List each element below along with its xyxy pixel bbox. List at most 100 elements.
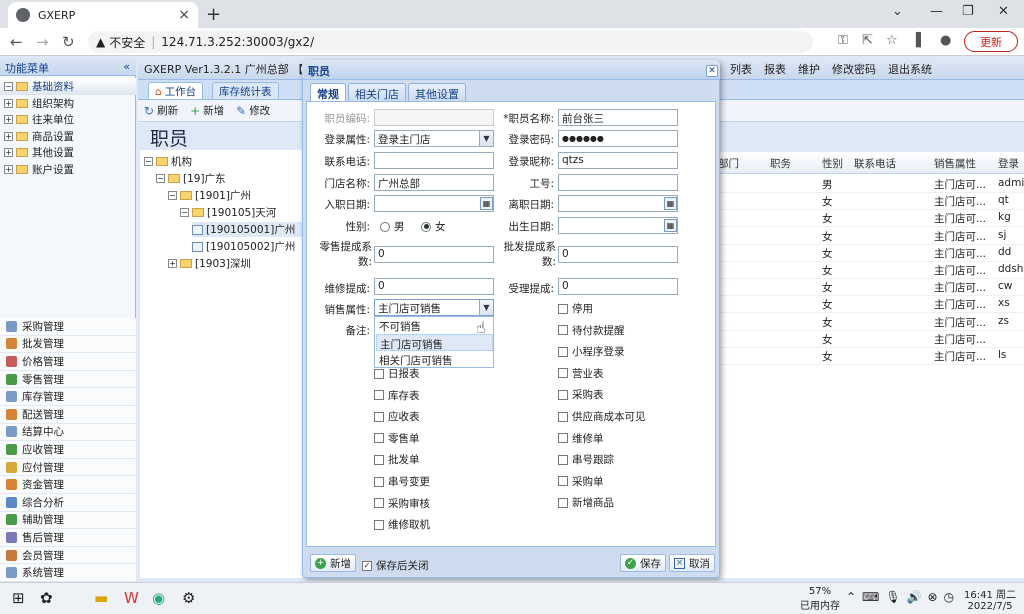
checkbox-item[interactable]: 采购表 — [558, 387, 604, 402]
join-date-field[interactable] — [374, 195, 494, 212]
module-item[interactable]: 价格管理 — [0, 353, 136, 371]
checkbox-item[interactable]: 新增商品 — [558, 495, 614, 510]
retail-field[interactable]: 0 — [374, 246, 494, 263]
expand-icon[interactable]: − — [156, 174, 165, 183]
checkbox-item[interactable]: 维修取机 — [374, 517, 430, 532]
table-row[interactable] — [718, 364, 1024, 365]
module-item[interactable]: 应付管理 — [0, 458, 136, 477]
grid-header-cell[interactable]: 性别 — [822, 156, 843, 171]
close-window-button[interactable]: ✕ — [998, 4, 1009, 19]
add-button[interactable]: + 新增 — [310, 554, 356, 572]
windows-icon[interactable]: ⊞ — [12, 589, 25, 607]
menu-item[interactable]: 维护 — [798, 61, 820, 77]
module-item[interactable]: 结算中心 — [0, 423, 136, 442]
module-item[interactable]: 库存管理 — [0, 388, 136, 406]
grid-header-cell[interactable]: 部门 — [718, 156, 739, 171]
save-close-checkbox[interactable]: ✓ 保存后关闭 — [362, 558, 429, 573]
checkbox-item[interactable]: 库存表 — [374, 388, 420, 403]
expand-icon[interactable]: − — [168, 191, 177, 200]
repair-field[interactable]: 0 — [374, 278, 494, 295]
tab-general[interactable]: 常规 — [310, 83, 346, 101]
sales-attr-select[interactable]: 主门店可销售 ▼ — [374, 299, 494, 316]
table-row[interactable] — [718, 312, 1024, 314]
share-icon[interactable]: ⇱ — [862, 33, 873, 48]
chevron-down-icon[interactable]: ⌄ — [892, 4, 903, 19]
checkbox-item[interactable]: 维修单 — [558, 431, 604, 446]
menu-item[interactable]: 报表 — [764, 61, 786, 77]
sidebar-item[interactable]: + 往来单位 — [0, 111, 136, 128]
expand-icon[interactable]: + — [4, 98, 13, 108]
checkbox-item[interactable]: 待付款提醒 — [558, 323, 625, 338]
table-row[interactable] — [718, 260, 1024, 262]
checkbox-item[interactable]: 采购单 — [558, 474, 604, 489]
sidebar-item[interactable]: + 其他设置 — [0, 144, 136, 161]
star-icon[interactable]: ☆ — [886, 33, 898, 48]
checkbox-item[interactable]: 小程序登录 — [558, 344, 625, 359]
tab-stores[interactable]: 相关门店 — [348, 83, 406, 101]
checkbox-item[interactable]: 营业表 — [558, 366, 604, 381]
module-item[interactable]: 配送管理 — [0, 406, 136, 424]
module-item[interactable]: 辅助管理 — [0, 511, 136, 530]
expand-icon[interactable]: + — [4, 131, 13, 141]
workno-field[interactable] — [558, 174, 678, 191]
cancel-button[interactable]: × 取消 — [669, 554, 715, 572]
table-row[interactable] — [718, 329, 1024, 331]
module-item[interactable]: 售后管理 — [0, 529, 136, 547]
menu-item[interactable]: 列表 — [730, 61, 752, 77]
dialog-close-icon[interactable]: ✕ — [706, 65, 718, 77]
close-tab-icon[interactable]: × — [178, 7, 190, 23]
toolbar-button[interactable]: ✎ 修改 — [236, 103, 270, 118]
module-item[interactable]: 会员管理 — [0, 546, 136, 565]
restore-button[interactable]: ❐ — [962, 4, 974, 19]
expand-icon[interactable]: − — [4, 82, 13, 91]
expand-icon[interactable]: + — [4, 165, 13, 174]
collapse-icon[interactable]: « — [123, 60, 130, 73]
browser-tab[interactable]: GXERP × — [8, 2, 198, 28]
table-row[interactable] — [718, 209, 1024, 211]
grid-header-cell[interactable]: 联系电话 — [854, 156, 896, 171]
name-field[interactable]: 前台张三 — [558, 109, 678, 126]
tree-node[interactable]: − [190105]天河 — [180, 205, 276, 220]
password-field[interactable]: ●●●●●● — [558, 130, 678, 147]
update-button[interactable]: 更新 — [964, 31, 1018, 52]
back-icon[interactable]: ← — [10, 33, 23, 51]
minimize-button[interactable]: — — [930, 4, 943, 19]
checkbox-item[interactable]: 采购审核 — [374, 496, 430, 511]
tray-icons[interactable]: ⌃⌨🎙🔊⊗◷ — [846, 590, 960, 604]
store-field[interactable]: 广州总部 — [374, 174, 494, 191]
login-attr-select[interactable]: 登录主门店 ▼ — [374, 130, 494, 147]
module-item[interactable]: 批发管理 — [0, 335, 136, 354]
table-row[interactable] — [718, 226, 1024, 228]
gender-male-radio[interactable]: 男 — [380, 219, 405, 234]
profile-icon[interactable]: ● — [940, 33, 951, 48]
nickname-field[interactable]: qtzs — [558, 152, 678, 169]
checkbox-item[interactable]: 供应商成本可见 — [558, 409, 646, 424]
module-item[interactable]: 综合分析 — [0, 494, 136, 512]
reload-icon[interactable]: ↻ — [62, 33, 75, 51]
main-tab[interactable]: 库存统计表 — [212, 82, 279, 99]
sidebar-item[interactable]: + 组织架构 — [0, 95, 136, 112]
expand-icon[interactable]: + — [168, 259, 177, 268]
expand-icon[interactable]: − — [180, 208, 189, 217]
table-row[interactable] — [718, 346, 1024, 348]
table-row[interactable] — [718, 278, 1024, 279]
module-item[interactable]: 零售管理 — [0, 370, 136, 389]
checkbox-item[interactable]: 零售单 — [374, 431, 420, 446]
chrome-icon[interactable]: ◉ — [152, 589, 165, 607]
checkbox-item[interactable]: 串号变更 — [374, 474, 430, 489]
clock[interactable]: 16:41 周二 2022/7/5 — [964, 586, 1016, 612]
new-tab-button[interactable]: + — [206, 4, 221, 25]
checkbox-item[interactable]: 停用 — [558, 301, 593, 316]
grid-header-cell[interactable]: 销售属性 — [934, 156, 976, 171]
code-field[interactable] — [374, 109, 494, 126]
settings-icon[interactable]: ⚙ — [182, 589, 195, 607]
sidebar-item[interactable]: + 账户设置 — [0, 161, 136, 178]
calendar-icon[interactable]: ▦ — [664, 219, 677, 232]
url-input[interactable]: ▲ 不安全 | 124.71.3.252:30003/gx2/ — [88, 31, 813, 53]
grid-header-cell[interactable]: 职务 — [770, 156, 791, 171]
table-row[interactable] — [718, 243, 1024, 245]
dropdown-option[interactable]: 相关门店可销售 — [376, 351, 493, 368]
grid-header-cell[interactable]: 登录 — [998, 156, 1019, 171]
table-row[interactable] — [718, 192, 1024, 193]
gender-female-radio[interactable]: 女 — [421, 219, 446, 234]
